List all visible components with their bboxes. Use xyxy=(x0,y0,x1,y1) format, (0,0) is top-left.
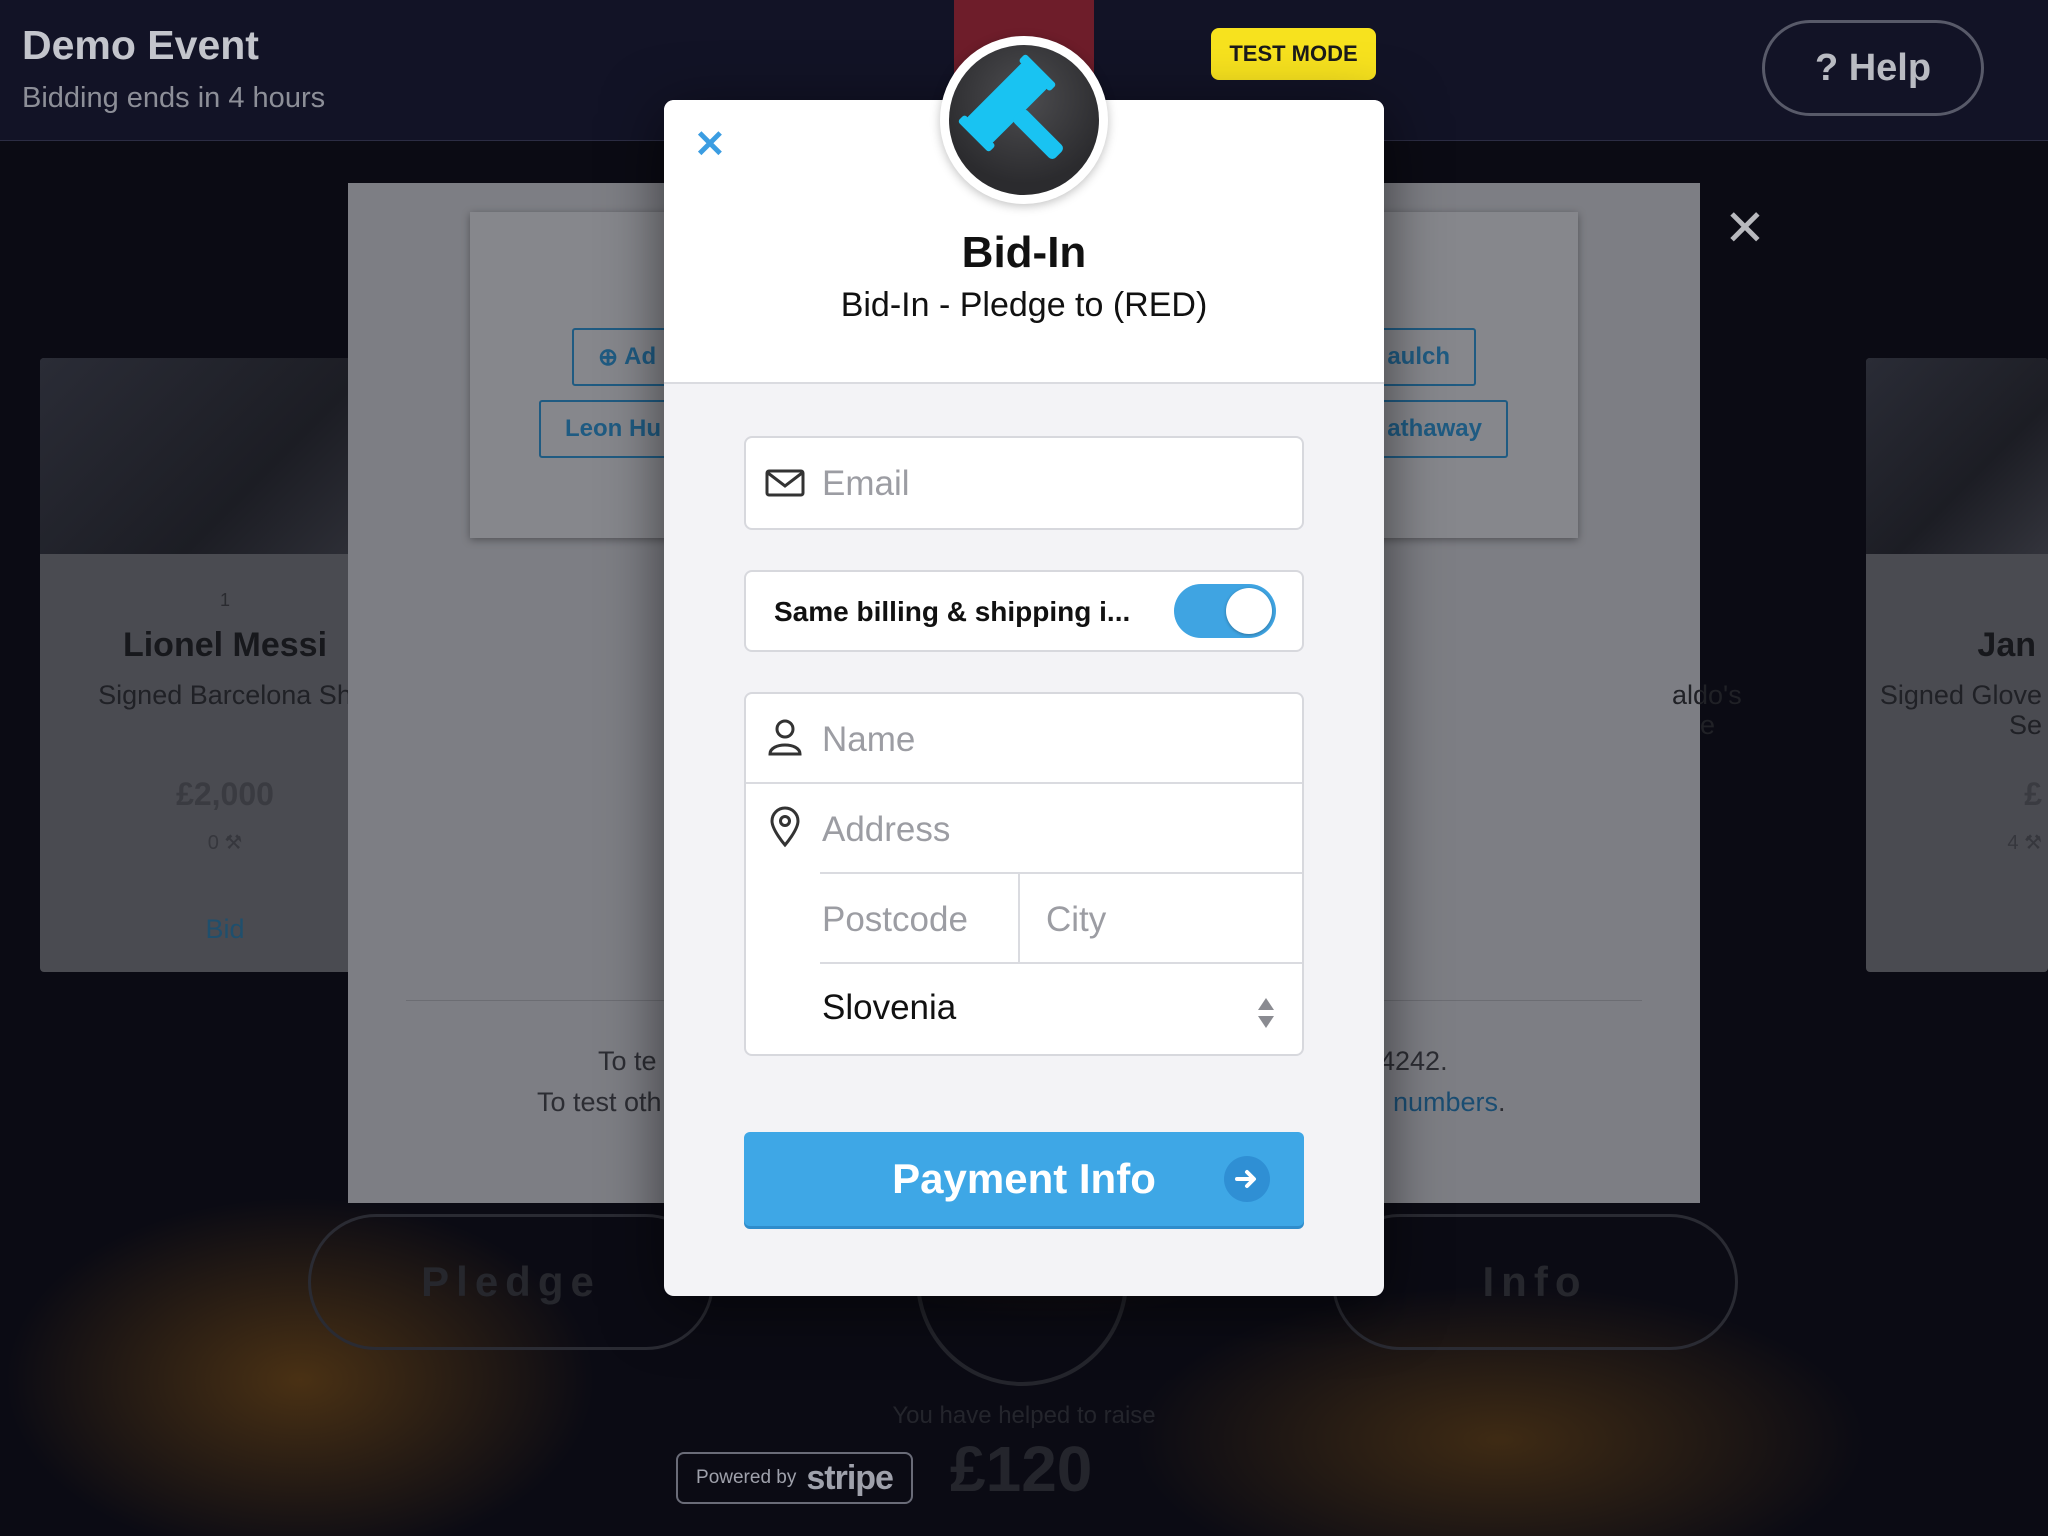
test-info-line1-left: To te xyxy=(598,1046,657,1076)
row-divider xyxy=(746,782,1302,784)
same-billing-shipping-label: Same billing & shipping i... xyxy=(774,596,1131,627)
close-icon[interactable]: ✕ xyxy=(1724,203,1766,253)
envelope-icon xyxy=(765,469,805,497)
toggle-knob xyxy=(1226,588,1272,634)
checkout-modal: ✕ Bid-In Bid-In - Pledge to (RED) Email … xyxy=(664,36,1384,1296)
app-logo xyxy=(940,36,1108,204)
name-field[interactable]: Name xyxy=(822,720,915,760)
card-bid-count: 4 ⚒ xyxy=(2007,832,2042,854)
payment-info-button[interactable]: Payment Info xyxy=(744,1132,1304,1226)
address-group: Name Address Postcode City Slovenia xyxy=(744,692,1304,1056)
modal-header: ✕ Bid-In Bid-In - Pledge to (RED) xyxy=(664,36,1384,384)
product-card[interactable]: Jan Signed Glove Se £ 4 ⚒ xyxy=(1866,358,2048,972)
card-description: aldo's xyxy=(1672,680,1742,710)
raise-amount: £120 xyxy=(950,1433,1093,1505)
stripe-logo: stripe xyxy=(806,1458,894,1497)
test-info-line1-right: 4242. xyxy=(1380,1046,1448,1076)
powered-by-label: Powered by xyxy=(696,1467,797,1488)
test-numbers-link[interactable]: numbers xyxy=(1393,1087,1498,1117)
bidder-button-athaway[interactable]: athaway xyxy=(1370,400,1508,458)
test-mode-badge: TEST MODE xyxy=(1211,28,1376,80)
column-divider xyxy=(1018,874,1020,962)
add-button-label: Ad xyxy=(624,343,657,370)
test-info-line2-right: numbers. xyxy=(1393,1087,1506,1118)
card-name: Jan xyxy=(1977,626,2036,664)
product-photo xyxy=(1866,358,2048,554)
card-price: £ xyxy=(2024,776,2042,812)
email-placeholder: Email xyxy=(822,464,910,503)
card-description-line2: Se xyxy=(2008,710,2042,740)
select-arrows-icon xyxy=(1258,998,1274,1028)
city-field[interactable]: City xyxy=(1046,900,1106,940)
location-pin-icon xyxy=(770,806,800,848)
country-select[interactable]: Slovenia xyxy=(822,988,956,1028)
pledge-button[interactable]: Pledge xyxy=(308,1214,714,1350)
period: . xyxy=(1498,1087,1506,1117)
same-billing-shipping-row: Same billing & shipping i... xyxy=(744,570,1304,652)
same-billing-shipping-toggle[interactable] xyxy=(1174,584,1276,638)
raise-text: You have helped to raise xyxy=(892,1402,1156,1429)
address-field[interactable]: Address xyxy=(822,810,950,850)
gavel-icon: ⚒ xyxy=(2024,832,2042,854)
event-subtitle: Bidding ends in 4 hours xyxy=(22,82,326,114)
row-divider xyxy=(820,962,1302,964)
gavel-icon: ⚒ xyxy=(224,832,243,854)
powered-by-stripe-badge[interactable]: Powered by stripe xyxy=(676,1452,913,1504)
event-title: Demo Event xyxy=(22,22,259,68)
card-description-line2: e xyxy=(1700,710,1716,740)
info-button[interactable]: Info xyxy=(1332,1214,1738,1350)
help-button[interactable]: ? Help xyxy=(1762,20,1984,116)
arrow-right-icon xyxy=(1224,1156,1270,1202)
email-field[interactable]: Email xyxy=(744,436,1304,530)
row-divider xyxy=(820,872,1302,874)
test-info-line2-left: To test oth xyxy=(537,1087,662,1117)
postcode-field[interactable]: Postcode xyxy=(822,900,968,940)
gavel-icon xyxy=(958,54,1063,159)
plus-circle-icon: ⊕ xyxy=(598,343,619,371)
bidder-button-leon[interactable]: Leon Hu xyxy=(539,400,679,458)
close-icon[interactable]: ✕ xyxy=(694,126,726,164)
user-icon xyxy=(768,719,802,756)
modal-title: Bid-In xyxy=(961,228,1087,277)
logo-background xyxy=(949,45,1099,195)
modal-subtitle: Bid-In - Pledge to (RED) xyxy=(840,286,1208,324)
card-description: Signed Glove xyxy=(1879,680,2042,710)
payment-info-label: Payment Info xyxy=(892,1155,1156,1202)
bidder-button-aulch[interactable]: aulch xyxy=(1370,328,1476,386)
